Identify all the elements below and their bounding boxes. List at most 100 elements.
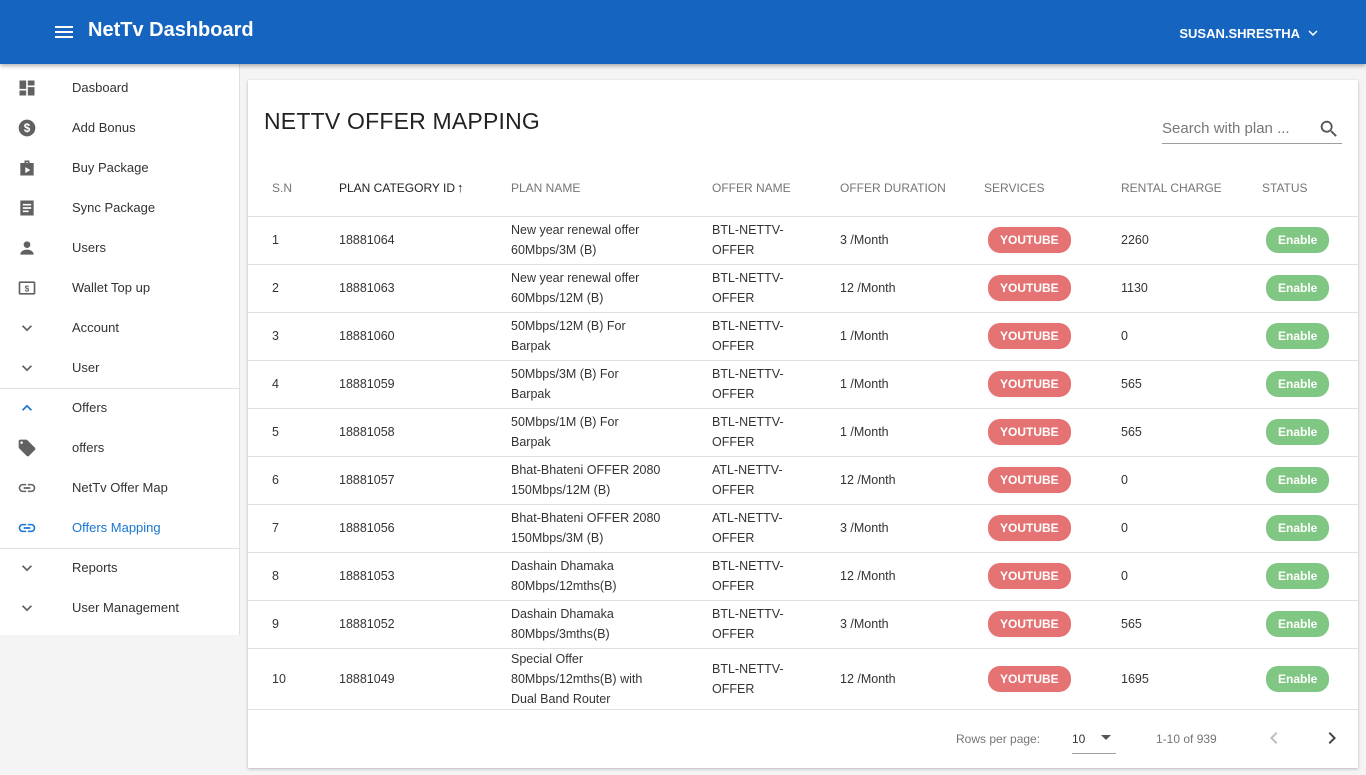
col-offer-name[interactable]: OFFER NAME — [712, 160, 840, 216]
page-title: NETTV OFFER MAPPING — [264, 108, 540, 134]
service-badge[interactable]: YOUTUBE — [988, 227, 1071, 253]
next-page-button[interactable] — [1320, 726, 1344, 750]
cell-status: Enable — [1262, 504, 1358, 552]
offer-name-line: OFFER — [712, 531, 755, 545]
cell-sn: 7 — [248, 504, 339, 552]
service-badge[interactable]: YOUTUBE — [988, 611, 1071, 637]
status-badge[interactable]: Enable — [1266, 419, 1330, 445]
col-plan-category-id[interactable]: PLAN CATEGORY ID ↑ — [339, 160, 511, 216]
table-row[interactable]: 7 18881056 Bhat-Bhateni OFFER 2080 150Mbps/… — [248, 504, 1358, 552]
sidebar-item-label: Buy Package — [72, 160, 149, 175]
cell-offer-name: BTL-NETTV- OFFER — [712, 408, 840, 456]
offers-table: S.N PLAN CATEGORY ID ↑ PLAN NAME OFFER NA… — [248, 160, 1358, 710]
sidebar-item-users[interactable]: Users — [0, 228, 239, 268]
table-row[interactable]: 5 18881058 50Mbps/1M (B) For Barpak BTL-NETT… — [248, 408, 1358, 456]
service-badge[interactable]: YOUTUBE — [988, 563, 1071, 589]
sidebar-item-user[interactable]: User — [0, 348, 239, 388]
service-badge[interactable]: YOUTUBE — [988, 371, 1071, 397]
chevron-down-icon — [16, 558, 38, 578]
cell-plan-category-id: 18881053 — [339, 552, 511, 600]
menu-icon[interactable] — [52, 20, 76, 44]
service-badge[interactable]: YOUTUBE — [988, 323, 1071, 349]
plan-name-line: 80Mbps/12mths(B) — [511, 579, 617, 593]
offer-duration-value: 1 /Month — [840, 425, 889, 439]
plan-category-id-value: 18881064 — [339, 233, 395, 247]
chevron-down-icon — [16, 358, 38, 378]
cell-services: YOUTUBE — [984, 504, 1121, 552]
sn-value: 8 — [272, 569, 279, 583]
service-badge[interactable]: YOUTUBE — [988, 275, 1071, 301]
sidebar-item-user-management[interactable]: User Management — [0, 588, 239, 628]
sidebar-item-offers[interactable]: offers — [0, 428, 239, 468]
status-badge[interactable]: Enable — [1266, 665, 1330, 692]
plan-name-line: Bhat-Bhateni OFFER 2080 — [511, 511, 661, 525]
col-rental-charge[interactable]: RENTAL CHARGE — [1121, 160, 1262, 216]
table-row[interactable]: 6 18881057 Bhat-Bhateni OFFER 2080 150Mbps/… — [248, 456, 1358, 504]
plan-category-id-value: 18881059 — [339, 377, 395, 391]
rows-per-page-label: Rows per page: — [956, 732, 1041, 746]
table-row[interactable]: 8 18881053 Dashain Dhamaka 80Mbps/12mths(B)… — [248, 552, 1358, 600]
sidebar-item-add-bonus[interactable]: $ Add Bonus — [0, 108, 239, 148]
sidebar-item-wallet-top-up[interactable]: $ Wallet Top up — [0, 268, 239, 308]
rows-per-page-select[interactable]: 10 — [1072, 724, 1116, 754]
col-services[interactable]: SERVICES — [984, 160, 1121, 216]
search-input[interactable] — [1162, 116, 1302, 140]
sidebar-item-offers-mapping[interactable]: Offers Mapping — [0, 508, 239, 548]
sidebar-item-dasboard[interactable]: Dasboard — [0, 68, 239, 108]
sort-arrow-icon: ↑ — [457, 180, 464, 196]
status-badge[interactable]: Enable — [1266, 323, 1330, 349]
sidebar-item-label: Offers Mapping — [72, 520, 161, 535]
sidebar-item-buy-package[interactable]: Buy Package — [0, 148, 239, 188]
dollar-icon: $ — [16, 118, 38, 138]
cell-sn: 4 — [248, 360, 339, 408]
cell-services: YOUTUBE — [984, 600, 1121, 648]
cell-offer-duration: 12 /Month — [840, 456, 984, 504]
col-plan-name[interactable]: PLAN NAME — [511, 160, 712, 216]
table-row[interactable]: 2 18881063 New year renewal offer 60Mbps/12… — [248, 264, 1358, 312]
status-badge[interactable]: Enable — [1266, 227, 1330, 253]
user-menu[interactable]: SUSAN.SHRESTHA — [1179, 24, 1322, 42]
table-row[interactable]: 9 18881052 Dashain Dhamaka 80Mbps/3mths(B) B… — [248, 600, 1358, 648]
rental-charge-value: 0 — [1121, 569, 1128, 583]
list-icon — [16, 198, 38, 218]
cell-services: YOUTUBE — [984, 456, 1121, 504]
cell-plan-category-id: 18881063 — [339, 264, 511, 312]
plan-category-id-value: 18881052 — [339, 617, 395, 631]
status-badge[interactable]: Enable — [1266, 275, 1330, 301]
plan-category-id-value: 18881057 — [339, 473, 395, 487]
cell-offer-duration: 1 /Month — [840, 312, 984, 360]
sidebar-item-reports[interactable]: Reports — [0, 548, 239, 588]
service-badge[interactable]: YOUTUBE — [988, 467, 1071, 493]
col-offer-duration[interactable]: OFFER DURATION — [840, 160, 984, 216]
search-icon[interactable] — [1318, 118, 1340, 140]
cell-services: YOUTUBE — [984, 552, 1121, 600]
status-badge[interactable]: Enable — [1266, 515, 1330, 541]
col-status[interactable]: STATUS — [1262, 160, 1358, 216]
table-header-row: S.N PLAN CATEGORY ID ↑ PLAN NAME OFFER NA… — [248, 160, 1358, 216]
table-row[interactable]: 3 18881060 50Mbps/12M (B) For Barpak BTL-NET… — [248, 312, 1358, 360]
offer-duration-value: 12 /Month — [840, 671, 896, 686]
cell-offer-duration: 3 /Month — [840, 504, 984, 552]
sidebar-item-offers[interactable]: Offers — [0, 388, 239, 428]
sidebar-item-account[interactable]: Account — [0, 308, 239, 348]
status-badge[interactable]: Enable — [1266, 467, 1330, 493]
service-badge[interactable]: YOUTUBE — [988, 665, 1071, 692]
status-badge[interactable]: Enable — [1266, 611, 1330, 637]
tag-icon — [16, 438, 38, 458]
cell-offer-duration: 3 /Month — [840, 600, 984, 648]
sidebar-item-sync-package[interactable]: Sync Package — [0, 188, 239, 228]
table-row[interactable]: 4 18881059 50Mbps/3M (B) For Barpak BTL-NETT… — [248, 360, 1358, 408]
col-sn[interactable]: S.N — [248, 160, 339, 216]
col-plan-category-id-label: PLAN CATEGORY ID — [339, 181, 456, 196]
sidebar-item-nettv-offer-map[interactable]: NetTv Offer Map — [0, 468, 239, 508]
service-badge[interactable]: YOUTUBE — [988, 419, 1071, 445]
table-row[interactable]: 10 18881049 Special Offer 80Mbps/12mths(B) … — [248, 648, 1358, 709]
rental-charge-value: 565 — [1121, 617, 1142, 631]
status-badge[interactable]: Enable — [1266, 563, 1330, 589]
status-badge[interactable]: Enable — [1266, 371, 1330, 397]
table-row[interactable]: 1 18881064 New year renewal offer 60Mbps/3M… — [248, 216, 1358, 264]
cell-status: Enable — [1262, 648, 1358, 709]
previous-page-button[interactable] — [1262, 726, 1286, 750]
plan-name-line: 150Mbps/3M (B) — [511, 531, 604, 545]
service-badge[interactable]: YOUTUBE — [988, 515, 1071, 541]
